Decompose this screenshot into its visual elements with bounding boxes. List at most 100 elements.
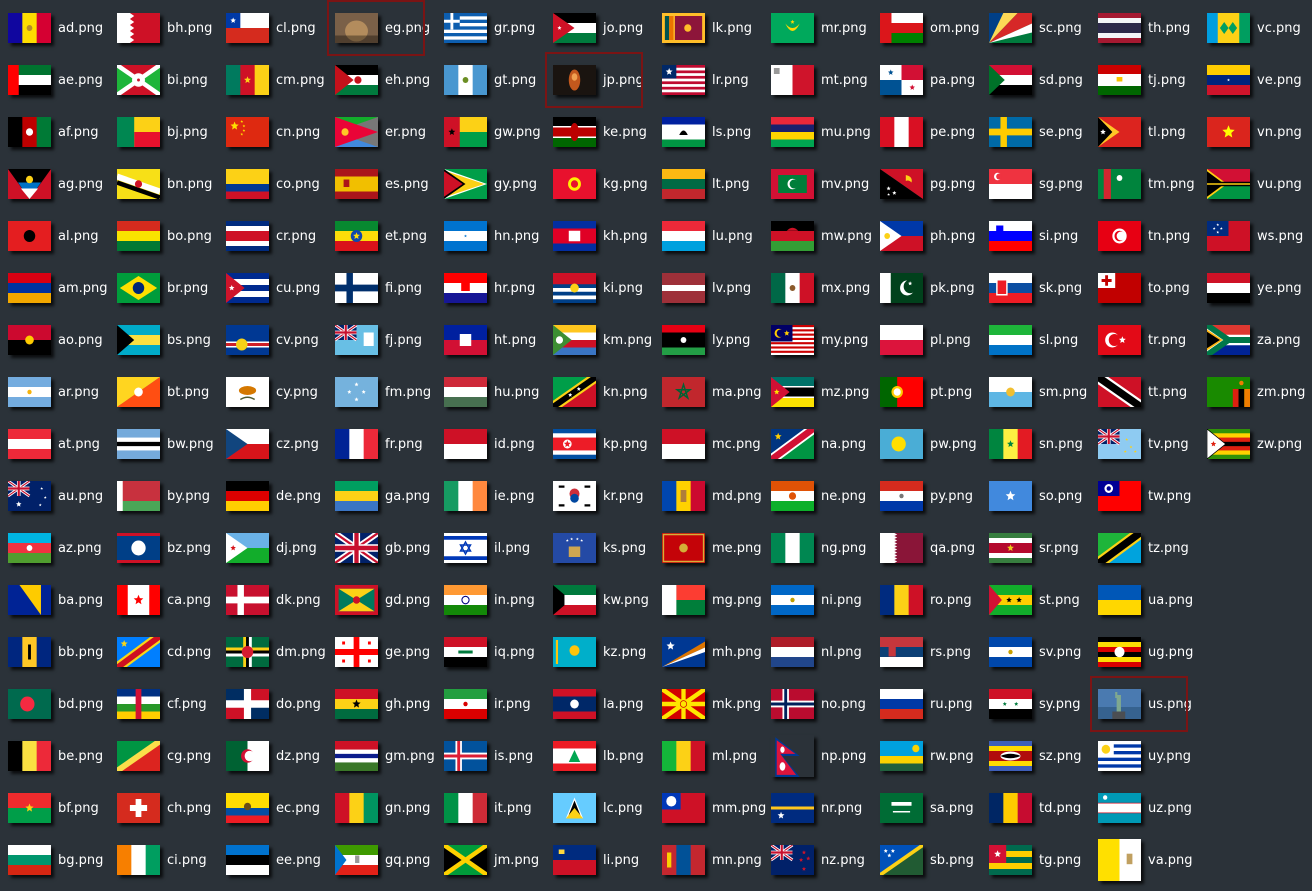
file-item-ci[interactable]: ci.png [113,834,222,886]
file-item-lb[interactable]: lb.png [549,730,658,782]
file-item-et[interactable]: et.png [331,210,440,262]
file-item-lr[interactable]: lr.png [658,54,767,106]
file-item-sr[interactable]: sr.png [985,522,1094,574]
file-item-ly[interactable]: ly.png [658,314,767,366]
file-item-no[interactable]: no.png [767,678,876,730]
file-item-kr[interactable]: kr.png [549,470,658,522]
file-item-bs[interactable]: bs.png [113,314,222,366]
file-item-va[interactable]: va.png [1094,834,1203,886]
file-item-ua[interactable]: ua.png [1094,574,1203,626]
file-item-ru[interactable]: ru.png [876,678,985,730]
file-item-so[interactable]: so.png [985,470,1094,522]
file-item-lv[interactable]: lv.png [658,262,767,314]
file-item-np[interactable]: np.png [767,730,876,782]
file-item-tv[interactable]: tv.png [1094,418,1203,470]
file-item-mk[interactable]: mk.png [658,678,767,730]
file-item-am[interactable]: am.png [4,262,113,314]
file-item-dm[interactable]: dm.png [222,626,331,678]
file-item-ph[interactable]: ph.png [876,210,985,262]
file-item-lk[interactable]: lk.png [658,2,767,54]
file-item-mv[interactable]: mv.png [767,158,876,210]
file-item-zw[interactable]: zw.png [1203,418,1312,470]
file-item-ks[interactable]: ks.png [549,522,658,574]
file-item-ye[interactable]: ye.png [1203,262,1312,314]
file-item-dk[interactable]: dk.png [222,574,331,626]
file-item-tm[interactable]: tm.png [1094,158,1203,210]
file-item-kp[interactable]: kp.png [549,418,658,470]
file-item-uz[interactable]: uz.png [1094,782,1203,834]
file-item-th[interactable]: th.png [1094,2,1203,54]
file-item-ni[interactable]: ni.png [767,574,876,626]
file-item-mw[interactable]: mw.png [767,210,876,262]
file-item-mm[interactable]: mm.png [658,782,767,834]
file-item-sm[interactable]: sm.png [985,366,1094,418]
file-item-gm[interactable]: gm.png [331,730,440,782]
file-item-li[interactable]: li.png [549,834,658,886]
file-item-br[interactable]: br.png [113,262,222,314]
file-item-jp[interactable]: jp.png [545,52,658,108]
file-item-sy[interactable]: sy.png [985,678,1094,730]
file-item-dj[interactable]: dj.png [222,522,331,574]
file-item-pk[interactable]: pk.png [876,262,985,314]
file-item-sg[interactable]: sg.png [985,158,1094,210]
file-item-vu[interactable]: vu.png [1203,158,1312,210]
file-item-sc[interactable]: sc.png [985,2,1094,54]
file-item-bd[interactable]: bd.png [4,678,113,730]
file-item-cd[interactable]: cd.png [113,626,222,678]
file-item-sb[interactable]: sb.png [876,834,985,886]
file-item-td[interactable]: td.png [985,782,1094,834]
file-item-tg[interactable]: tg.png [985,834,1094,886]
file-item-py[interactable]: py.png [876,470,985,522]
file-item-mn[interactable]: mn.png [658,834,767,886]
file-item-cy[interactable]: cy.png [222,366,331,418]
file-item-rw[interactable]: rw.png [876,730,985,782]
file-item-ml[interactable]: ml.png [658,730,767,782]
file-item-hu[interactable]: hu.png [440,366,549,418]
file-item-kg[interactable]: kg.png [549,158,658,210]
file-item-ec[interactable]: ec.png [222,782,331,834]
file-item-ne[interactable]: ne.png [767,470,876,522]
file-item-lc[interactable]: lc.png [549,782,658,834]
file-item-zm[interactable]: zm.png [1203,366,1312,418]
file-item-la[interactable]: la.png [549,678,658,730]
file-item-ws[interactable]: ws.png [1203,210,1312,262]
file-item-is[interactable]: is.png [440,730,549,782]
file-item-cu[interactable]: cu.png [222,262,331,314]
file-item-km[interactable]: km.png [549,314,658,366]
file-item-my[interactable]: my.png [767,314,876,366]
file-item-lt[interactable]: lt.png [658,158,767,210]
file-item-tt[interactable]: tt.png [1094,366,1203,418]
file-item-mx[interactable]: mx.png [767,262,876,314]
file-item-ke[interactable]: ke.png [549,106,658,158]
file-item-ug[interactable]: ug.png [1094,626,1203,678]
file-item-gt[interactable]: gt.png [440,54,549,106]
file-item-pt[interactable]: pt.png [876,366,985,418]
file-item-gn[interactable]: gn.png [331,782,440,834]
file-item-sz[interactable]: sz.png [985,730,1094,782]
file-item-tr[interactable]: tr.png [1094,314,1203,366]
file-item-cv[interactable]: cv.png [222,314,331,366]
file-item-bt[interactable]: bt.png [113,366,222,418]
file-item-cf[interactable]: cf.png [113,678,222,730]
file-item-bg[interactable]: bg.png [4,834,113,886]
file-item-cr[interactable]: cr.png [222,210,331,262]
file-item-tz[interactable]: tz.png [1094,522,1203,574]
file-item-md[interactable]: md.png [658,470,767,522]
file-item-gq[interactable]: gq.png [331,834,440,886]
file-item-hr[interactable]: hr.png [440,262,549,314]
file-item-kn[interactable]: kn.png [549,366,658,418]
file-item-na[interactable]: na.png [767,418,876,470]
file-item-do[interactable]: do.png [222,678,331,730]
file-item-ro[interactable]: ro.png [876,574,985,626]
file-item-ge[interactable]: ge.png [331,626,440,678]
file-item-be[interactable]: be.png [4,730,113,782]
file-item-ng[interactable]: ng.png [767,522,876,574]
file-item-bh[interactable]: bh.png [113,2,222,54]
file-item-dz[interactable]: dz.png [222,730,331,782]
file-item-bj[interactable]: bj.png [113,106,222,158]
file-item-si[interactable]: si.png [985,210,1094,262]
file-item-in[interactable]: in.png [440,574,549,626]
file-item-il[interactable]: il.png [440,522,549,574]
file-item-ar[interactable]: ar.png [4,366,113,418]
file-item-cn[interactable]: cn.png [222,106,331,158]
